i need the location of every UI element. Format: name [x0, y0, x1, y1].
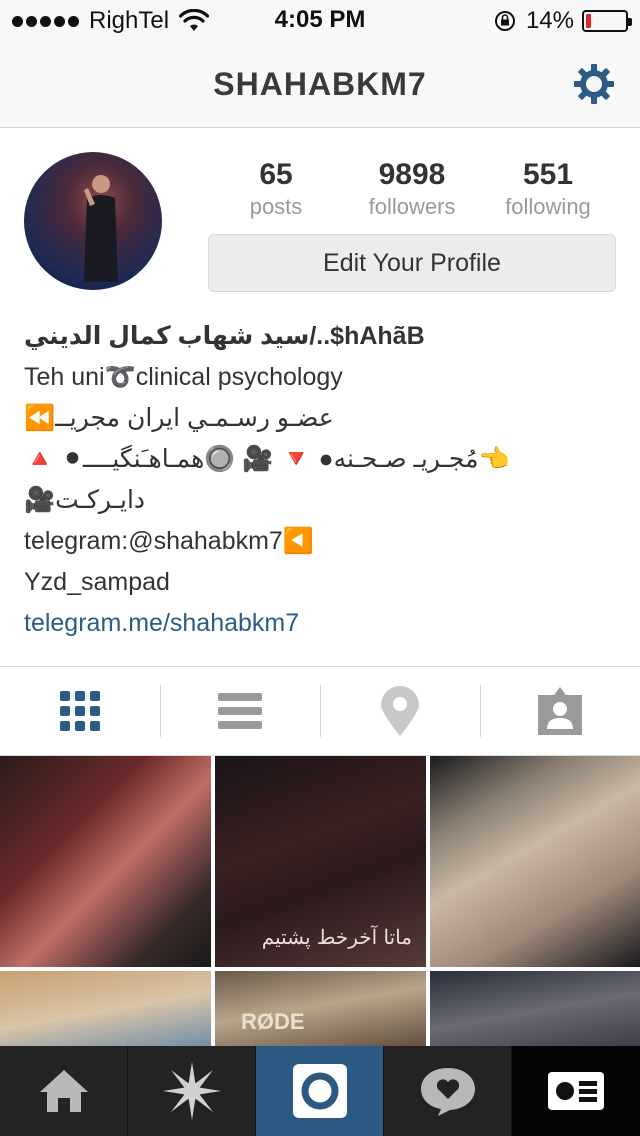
tagged-person-icon [538, 687, 582, 735]
photo-thumbnail[interactable]: ماتا آخرخط پشتیم [215, 756, 426, 967]
nav-activity[interactable] [384, 1046, 512, 1136]
avatar-person-image [84, 175, 118, 282]
followers-label: followers [368, 194, 456, 219]
bio-line-3: 🔺 ⚫مُجـریـ صـحـنه● 🔻 🎥 🔘همـاهـَنگیــــ👈 [24, 445, 510, 473]
tab-tagged-view[interactable] [480, 667, 640, 755]
bio-line-4: 🎥دایـرکـت [24, 486, 146, 514]
photo-thumbnail[interactable] [430, 756, 640, 967]
stat-followers[interactable]: 9898 followers [344, 158, 480, 220]
posts-count: 65 [259, 158, 293, 191]
grid-icon [60, 691, 100, 731]
photo-grid: ماتا آخرخط پشتیم RØDE [0, 756, 640, 1046]
photo-thumbnail[interactable]: RØDE [215, 971, 426, 1046]
status-right: 14% [494, 7, 632, 35]
tab-grid-view[interactable] [0, 667, 160, 755]
photo-thumbnail[interactable] [0, 756, 211, 967]
posts-label: posts [249, 194, 303, 219]
battery-icon [582, 10, 632, 32]
rotation-lock-icon [494, 11, 515, 31]
stat-posts[interactable]: 65 posts [208, 158, 344, 220]
tab-list-view[interactable] [160, 667, 320, 755]
profile-header: SHAHABKM7 [0, 40, 640, 128]
nav-profile[interactable] [512, 1046, 640, 1136]
location-pin-icon [381, 686, 419, 736]
following-label: following [505, 194, 591, 219]
photo-thumbnail[interactable] [0, 971, 211, 1046]
battery-percent: 14% [525, 7, 574, 34]
photo-thumbnail[interactable] [430, 971, 640, 1046]
bio-line-6: Yzd_sampad [24, 568, 170, 596]
profile-bio: سید شهاب کمال الديني/..$hAhãB Teh uni➰cl… [24, 316, 624, 644]
status-bar: RighTel 4:05 PM 14% [0, 0, 640, 40]
bio-full-name: سید شهاب کمال الديني/..$hAhãB [24, 322, 425, 350]
avatar[interactable] [24, 152, 162, 290]
bio-line-1: Teh uni➰clinical psychology [24, 363, 343, 391]
username-title: SHAHABKM7 [213, 66, 427, 102]
explore-star-icon [162, 1062, 221, 1120]
nav-home[interactable] [0, 1046, 128, 1136]
nav-camera[interactable] [256, 1046, 384, 1136]
profile-card-icon [548, 1072, 604, 1110]
profile-view-tabs [0, 666, 640, 756]
home-icon [39, 1070, 88, 1112]
edit-profile-button[interactable]: Edit Your Profile [208, 234, 616, 292]
camera-icon [292, 1064, 347, 1118]
activity-heart-icon [420, 1068, 475, 1116]
stat-following[interactable]: 551 following [480, 158, 616, 220]
bio-line-2: ⏪عضـو رسـمـي ایران مجریــ [24, 404, 334, 432]
photo-label-text: RØDE [241, 1009, 305, 1034]
list-icon [218, 693, 262, 729]
following-count: 551 [522, 158, 574, 191]
bio-line-5: telegram:@shahabkm7◀️ [24, 527, 314, 555]
gear-icon[interactable] [572, 62, 616, 106]
tab-map-view[interactable] [320, 667, 480, 755]
nav-explore[interactable] [128, 1046, 256, 1136]
bottom-navigation [0, 1046, 640, 1136]
profile-stats: 65 posts 9898 followers 551 following [208, 158, 616, 220]
followers-count: 9898 [378, 158, 446, 191]
battery-level [586, 14, 591, 28]
bio-website-link[interactable]: telegram.me/shahabkm7 [24, 603, 624, 644]
photo-caption-text: ماتا آخرخط پشتیم [261, 925, 412, 949]
